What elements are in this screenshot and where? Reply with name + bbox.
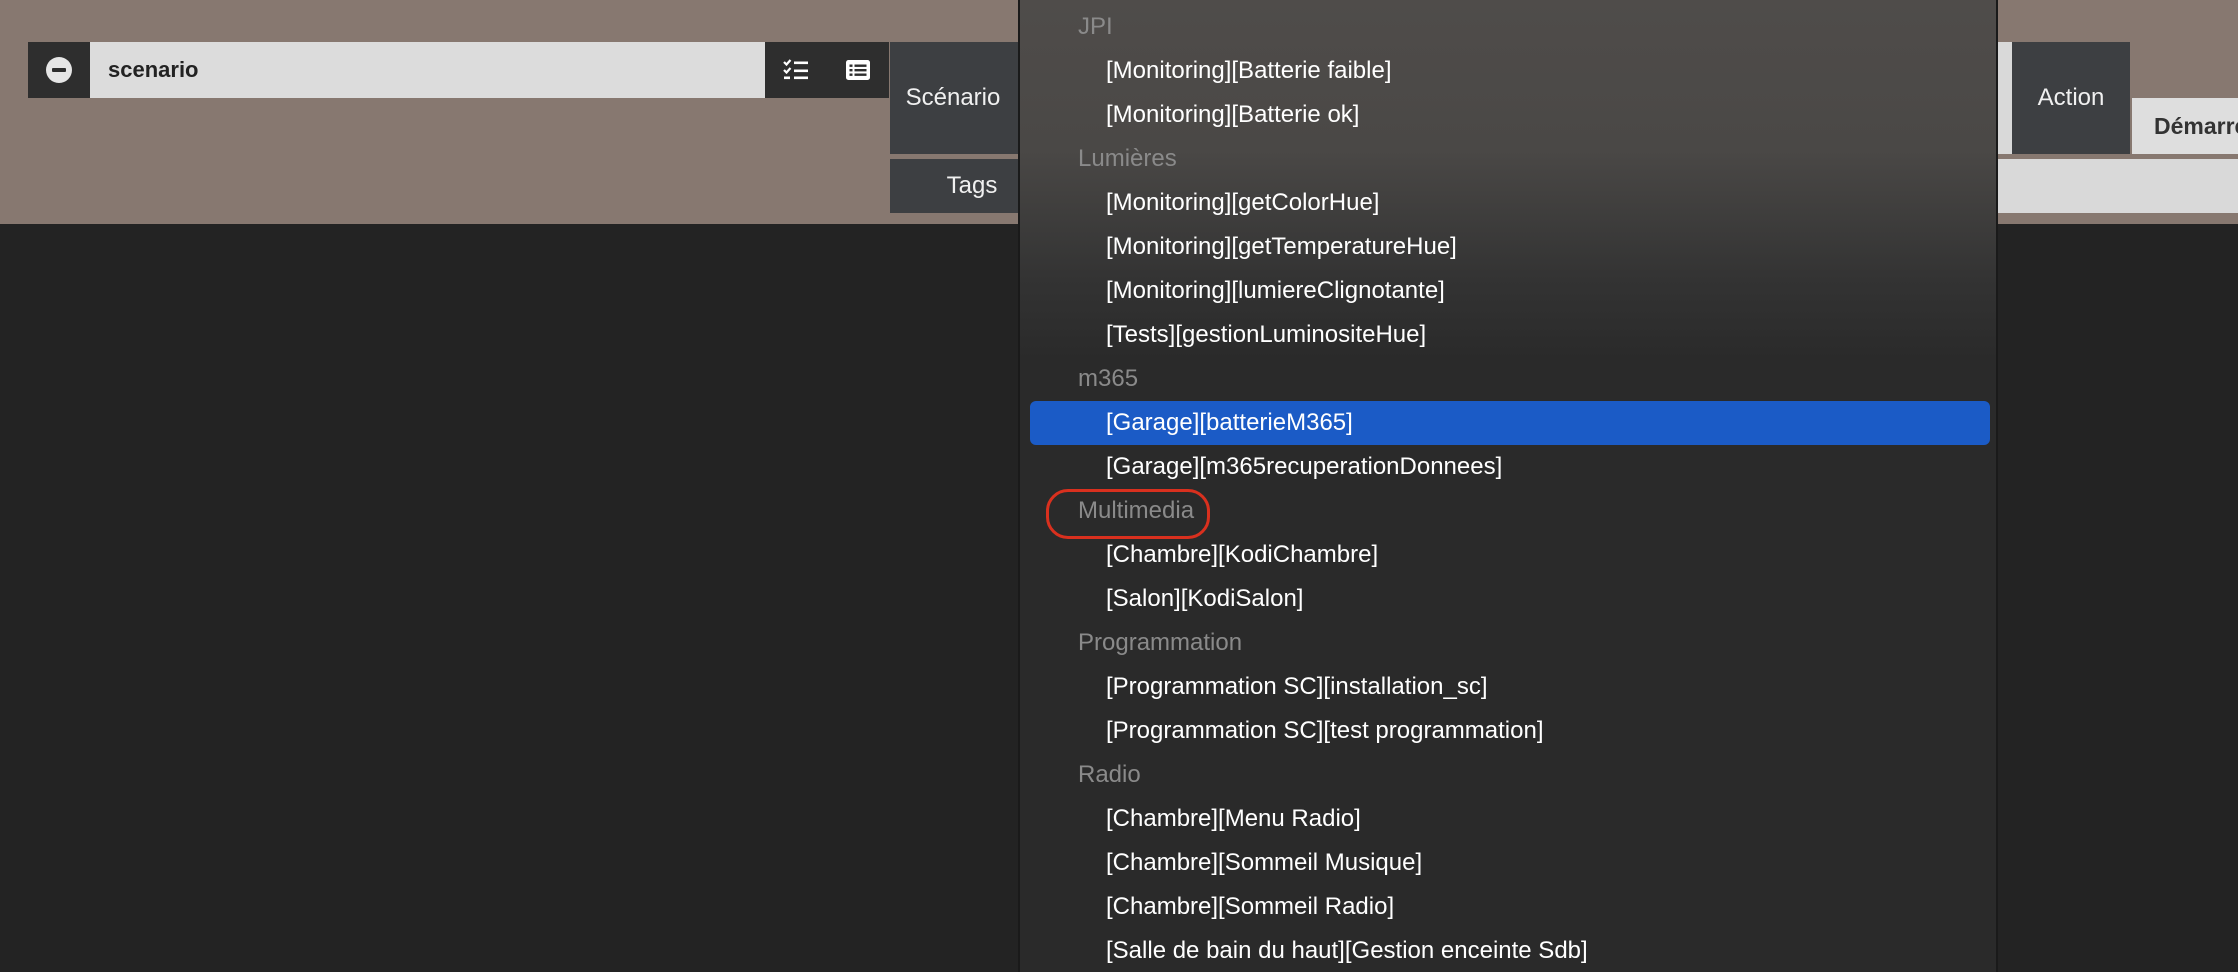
checklist-icon	[783, 59, 808, 80]
dropdown-item[interactable]: [Chambre][Sommeil Radio]	[1030, 885, 1990, 929]
dropdown-item[interactable]: [Salle de bain du haut][Gestion enceinte…	[1030, 929, 1990, 972]
dropdown-item[interactable]: [Programmation SC][test programmation]	[1030, 709, 1990, 753]
dropdown-item[interactable]: [Chambre][KodiChambre]	[1030, 533, 1990, 577]
tab-action-label: Action	[2037, 84, 2105, 111]
dropdown-group-programmation: Programmation	[1078, 629, 1243, 656]
tab-demarre[interactable]: Démarre	[2132, 98, 2238, 154]
tab-scenario-label: Scénario	[905, 84, 1001, 111]
dropdown-group-radio: Radio	[1078, 761, 1141, 788]
checklist-button[interactable]	[765, 42, 827, 98]
dropdown-item[interactable]: [Garage][m365recuperationDonnees]	[1030, 445, 1990, 489]
dropdown-item[interactable]: [Monitoring][lumiereClignotante]	[1030, 269, 1990, 313]
tab-action[interactable]: Action	[2012, 42, 2130, 154]
tab-scenario[interactable]: Scénario	[890, 42, 1018, 154]
dropdown-group-m365: m365	[1078, 365, 1139, 392]
dropdown-item[interactable]: [Monitoring][Batterie faible]	[1030, 49, 1990, 93]
dropdown-item[interactable]: [Monitoring][Batterie ok]	[1030, 93, 1990, 137]
dropdown-item[interactable]: [Salon][KodiSalon]	[1030, 577, 1990, 621]
scenario-dropdown-list[interactable]: JPI [Monitoring][Batterie faible] [Monit…	[1018, 0, 1998, 972]
dropdown-item[interactable]: [Monitoring][getColorHue]	[1030, 181, 1990, 225]
tab-spacer	[1998, 42, 2012, 154]
list-view-button[interactable]	[827, 42, 889, 98]
dropdown-item[interactable]: [Programmation SC][installation_sc]	[1030, 665, 1990, 709]
dropdown-item[interactable]: [Tests][gestionLuminositeHue]	[1030, 313, 1990, 357]
dropdown-item[interactable]: [Chambre][Sommeil Musique]	[1030, 841, 1990, 885]
dropdown-group-jpi: JPI	[1078, 13, 1113, 40]
dropdown-group-lumieres: Lumières	[1078, 145, 1177, 172]
tab-tags-label: Tags	[946, 172, 998, 199]
dropdown-item-selected[interactable]: [Garage][batterieM365]	[1030, 401, 1990, 445]
annotation-highlight-ring	[1046, 489, 1210, 539]
remove-button[interactable]	[28, 42, 90, 98]
dropdown-item[interactable]: [Chambre][Menu Radio]	[1030, 797, 1990, 841]
tab-tags[interactable]: Tags	[890, 159, 1018, 213]
minus-circle-icon	[46, 57, 72, 83]
scenario-search-input[interactable]: scenario	[108, 42, 199, 98]
tags-input-strip[interactable]	[1998, 159, 2238, 213]
list-icon	[846, 60, 870, 80]
dropdown-item[interactable]: [Monitoring][getTemperatureHue]	[1030, 225, 1990, 269]
